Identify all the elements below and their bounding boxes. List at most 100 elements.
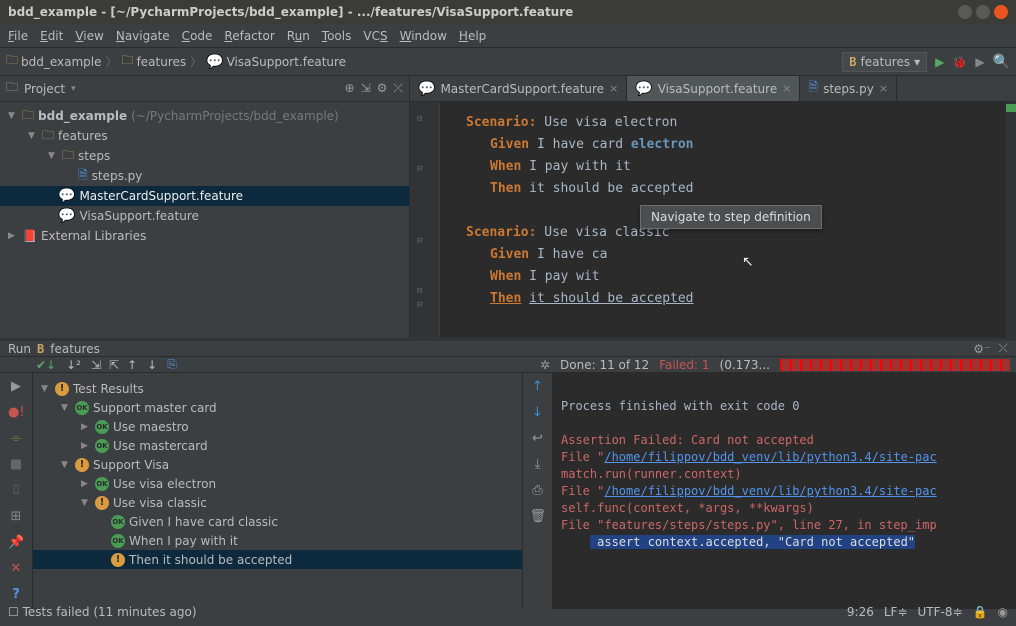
rerun-failed-button[interactable]: ●! bbox=[8, 405, 24, 421]
tree-row-mastercard[interactable]: 💬 MasterCardSupport.feature bbox=[0, 186, 409, 206]
crumb-features[interactable]: 🗀features bbox=[122, 51, 187, 72]
rerun-button[interactable]: ▶ bbox=[8, 379, 24, 395]
test-label: Support Visa bbox=[93, 458, 169, 472]
tree-extlib-label: External Libraries bbox=[41, 229, 146, 243]
gear-icon[interactable]: ✲ bbox=[540, 358, 550, 372]
tab-visa[interactable]: 💬 VisaSupport.feature × bbox=[627, 76, 800, 101]
tab-label: MasterCardSupport.feature bbox=[440, 82, 604, 96]
folder-icon: 🗀 bbox=[122, 51, 134, 72]
project-tree[interactable]: ▼🗀 bdd_example (~/PycharmProjects/bdd_ex… bbox=[0, 102, 409, 250]
sort-ok-icon[interactable]: ✔↓ bbox=[36, 358, 56, 372]
file-encoding[interactable]: UTF-8≑ bbox=[918, 605, 963, 619]
next-icon[interactable]: ↓ bbox=[147, 358, 157, 372]
gear-icon[interactable]: ⚙ bbox=[377, 81, 388, 96]
coverage-button[interactable]: ▶ bbox=[975, 55, 984, 69]
line-separator[interactable]: LF≑ bbox=[884, 605, 908, 619]
menu-run[interactable]: Run bbox=[287, 29, 310, 43]
background-tasks-icon[interactable]: ◉ bbox=[998, 605, 1008, 619]
collapse-icon[interactable]: ⇱ bbox=[109, 358, 117, 372]
hyperlinked-step-text[interactable]: it should be accepted bbox=[529, 291, 693, 306]
collapse-all-icon[interactable]: ⇲ bbox=[361, 81, 371, 96]
tab-steps[interactable]: 🗎 steps.py × bbox=[800, 76, 897, 101]
run-tool-window: Run B features ⚙⁻ ⤫ ✔↓ ↓² ⇲ ⇱ ↑ ↓ ⎘ ✲ Do… bbox=[0, 338, 1016, 600]
tree-row-root[interactable]: ▼🗀 bdd_example (~/PycharmProjects/bdd_ex… bbox=[0, 106, 409, 126]
menu-vcs[interactable]: VCS bbox=[363, 29, 387, 43]
test-results-tree[interactable]: ▼! Test Results ▼OK Support master card … bbox=[33, 373, 523, 609]
hyperlinked-step[interactable]: Then bbox=[490, 291, 521, 306]
next-stack-button[interactable]: ↓ bbox=[530, 405, 546, 421]
soft-wrap-button[interactable]: ↩ bbox=[530, 431, 546, 447]
test-step-given[interactable]: OK Given I have card classic bbox=[33, 512, 522, 531]
close-run-button[interactable]: ✕ bbox=[8, 561, 24, 577]
file-link[interactable]: /home/filippov/bdd_venv/lib/python3.4/si… bbox=[604, 484, 936, 498]
console-output[interactable]: Process finished with exit code 0 Assert… bbox=[553, 373, 1016, 609]
editor-tabs: 💬 MasterCardSupport.feature × 💬 VisaSupp… bbox=[410, 76, 1016, 102]
menu-refactor[interactable]: Refactor bbox=[224, 29, 274, 43]
test-step-when[interactable]: OK When I pay with it bbox=[33, 531, 522, 550]
test-label: Support master card bbox=[93, 401, 217, 415]
tree-row-steps[interactable]: ▼🗀 steps bbox=[0, 146, 409, 166]
clear-all-button[interactable]: 🗑 bbox=[530, 509, 546, 525]
scroll-to-end-button[interactable]: ⤓ bbox=[530, 457, 546, 473]
project-panel-title[interactable]: Project bbox=[24, 82, 65, 96]
close-icon[interactable]: × bbox=[782, 82, 791, 95]
scroll-from-source-icon[interactable]: ⊕ bbox=[345, 81, 355, 96]
dump-threads-button[interactable]: ⌷ bbox=[8, 483, 24, 499]
status-message: Tests failed (11 minutes ago) bbox=[23, 605, 197, 619]
test-step-then[interactable]: ! Then it should be accepted bbox=[33, 550, 522, 569]
test-label: Use mastercard bbox=[113, 439, 208, 453]
menu-navigate[interactable]: Navigate bbox=[116, 29, 170, 43]
close-icon[interactable]: × bbox=[879, 82, 888, 95]
restore-layout-button[interactable]: ⊞ bbox=[8, 509, 24, 525]
test-scenario-classic[interactable]: ▼! Use visa classic bbox=[33, 493, 522, 512]
export-icon[interactable]: ⎘ bbox=[167, 357, 177, 372]
test-scenario-maestro[interactable]: ▶OK Use maestro bbox=[33, 417, 522, 436]
test-root[interactable]: ▼! Test Results bbox=[33, 379, 522, 398]
tree-row-visa[interactable]: 💬 VisaSupport.feature bbox=[0, 206, 409, 226]
tree-row-features[interactable]: ▼🗀 features bbox=[0, 126, 409, 146]
run-config-dropdown[interactable]: Bfeatures▾ bbox=[842, 52, 927, 72]
pin-button[interactable]: 📌 bbox=[8, 535, 24, 551]
hide-run-icon[interactable]: ⤫ bbox=[998, 341, 1008, 356]
minimize-button[interactable] bbox=[958, 5, 972, 19]
sort-alpha-icon[interactable]: ↓² bbox=[66, 358, 81, 372]
crumb-file[interactable]: 💬VisaSupport.feature bbox=[206, 55, 346, 69]
test-scenario-mastercard[interactable]: ▶OK Use mastercard bbox=[33, 436, 522, 455]
tree-row-external-libs[interactable]: ▶📕 External Libraries bbox=[0, 226, 409, 246]
test-feature-visa[interactable]: ▼! Support Visa bbox=[33, 455, 522, 474]
help-button[interactable]: ? bbox=[8, 587, 24, 603]
run-button[interactable]: ▶ bbox=[935, 55, 944, 69]
feature-icon: 💬 bbox=[206, 55, 223, 69]
test-scenario-electron[interactable]: ▶OK Use visa electron bbox=[33, 474, 522, 493]
tree-visa-label: VisaSupport.feature bbox=[79, 209, 198, 223]
prev-icon[interactable]: ↑ bbox=[127, 358, 137, 372]
menu-file[interactable]: File bbox=[8, 29, 28, 43]
toggle-auto-test-button[interactable]: ⌯ bbox=[8, 431, 24, 447]
expand-icon[interactable]: ⇲ bbox=[91, 358, 99, 372]
menu-edit[interactable]: Edit bbox=[40, 29, 63, 43]
tree-row-steps-py[interactable]: 🗎 steps.py bbox=[0, 166, 409, 186]
tab-mastercard[interactable]: 💬 MasterCardSupport.feature × bbox=[410, 76, 627, 101]
folder-icon: 🗀 bbox=[62, 146, 74, 167]
lock-icon[interactable]: 🔒 bbox=[973, 605, 988, 619]
menu-tools[interactable]: Tools bbox=[322, 29, 352, 43]
menu-help[interactable]: Help bbox=[459, 29, 486, 43]
close-icon[interactable]: × bbox=[609, 82, 618, 95]
close-window-button[interactable] bbox=[994, 5, 1008, 19]
prev-stack-button[interactable]: ↑ bbox=[530, 379, 546, 395]
stop-button[interactable]: ■ bbox=[8, 457, 24, 473]
crumb-project[interactable]: 🗀bdd_example bbox=[6, 51, 102, 72]
hide-panel-icon[interactable]: ⤫ bbox=[393, 81, 403, 96]
menu-view[interactable]: View bbox=[75, 29, 103, 43]
maximize-button[interactable] bbox=[976, 5, 990, 19]
menu-window[interactable]: Window bbox=[400, 29, 447, 43]
print-button[interactable]: ⎙ bbox=[530, 483, 546, 499]
test-feature-mc[interactable]: ▼OK Support master card bbox=[33, 398, 522, 417]
menu-code[interactable]: Code bbox=[182, 29, 213, 43]
navbar: 🗀bdd_example 〉 🗀features 〉 💬VisaSupport.… bbox=[0, 48, 1016, 76]
search-icon[interactable]: 🔍 bbox=[993, 54, 1010, 70]
debug-button[interactable]: 🐞 bbox=[952, 55, 967, 69]
file-link[interactable]: /home/filippov/bdd_venv/lib/python3.4/si… bbox=[604, 450, 936, 464]
caret-position[interactable]: 9:26 bbox=[847, 605, 874, 619]
gear-icon[interactable]: ⚙⁻ bbox=[973, 342, 990, 356]
